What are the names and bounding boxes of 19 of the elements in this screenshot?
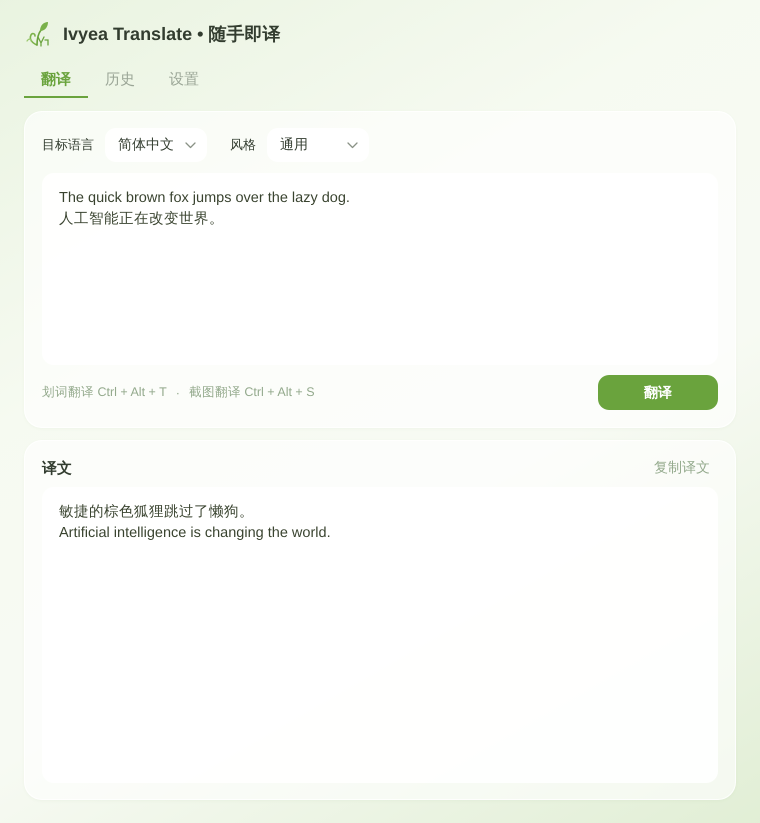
- app-title: Ivyea Translate • 随手即译: [63, 23, 280, 46]
- dropdown[interactable]: 通用: [267, 128, 369, 162]
- field-label: 风格: [230, 136, 256, 154]
- result-title: 译文: [42, 458, 72, 478]
- translate-button[interactable]: 翻译: [598, 375, 718, 410]
- chevron-down-icon: [185, 142, 196, 148]
- tab[interactable]: 设置: [152, 62, 216, 98]
- shortcut-hint: 划词翻译 Ctrl + Alt + T: [42, 384, 167, 401]
- source-text-field[interactable]: The quick brown fox jumps over the lazy dog. 人工智能正在改变世界。: [42, 173, 718, 365]
- field-label: 目标语言: [42, 136, 94, 154]
- tab[interactable]: 历史: [88, 62, 152, 98]
- separator-dot: ·: [176, 386, 180, 400]
- tab[interactable]: 翻译: [24, 62, 88, 98]
- copy-translation-link[interactable]: 复制译文: [654, 459, 710, 477]
- sprout-logo-icon: [25, 21, 49, 47]
- chevron-down-icon: [347, 142, 358, 148]
- translation-output: 敏捷的棕色狐狸跳过了懒狗。 Artificial intelligence is changing the world.: [42, 487, 718, 783]
- shortcut-hint: 截图翻译 Ctrl + Alt + S: [188, 384, 315, 401]
- dropdown[interactable]: 简体中文: [105, 128, 207, 162]
